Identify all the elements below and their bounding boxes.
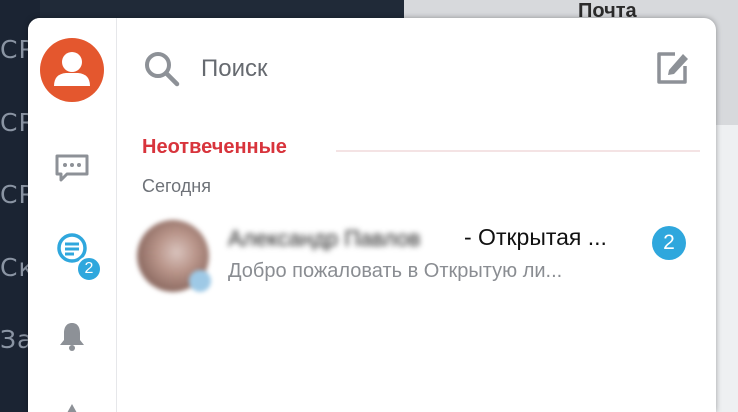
section-divider [336, 150, 700, 152]
background-right-content [716, 125, 738, 412]
messenger-panel: 2 Неотвеченные [28, 18, 716, 412]
section-header-unanswered: Неотвеченные [142, 136, 287, 158]
search-input[interactable] [201, 52, 601, 86]
messenger-sidebar: 2 [28, 18, 117, 412]
messenger-content: Неотвеченные Сегодня Александр Павлов - … [117, 18, 716, 412]
discussions-unread-badge: 2 [76, 256, 102, 282]
contact-status-icon [189, 270, 211, 292]
search-icon[interactable] [143, 50, 181, 88]
date-group-label: Сегодня [142, 176, 211, 196]
conversation-sender: Александр Павлов [228, 226, 421, 251]
conversation-unread-badge: 2 [652, 226, 686, 260]
compose-icon[interactable] [653, 48, 693, 88]
user-avatar-icon[interactable] [40, 38, 104, 102]
conversation-title: - Открытая ... [464, 224, 607, 250]
bell-icon[interactable] [52, 316, 92, 356]
conversation-preview: Добро пожаловать в Открытую ли... [228, 260, 563, 282]
conversation-item[interactable]: Александр Павлов - Открытая ... Добро по… [117, 214, 716, 298]
chat-icon[interactable] [52, 148, 92, 188]
more-icon[interactable] [52, 392, 92, 412]
